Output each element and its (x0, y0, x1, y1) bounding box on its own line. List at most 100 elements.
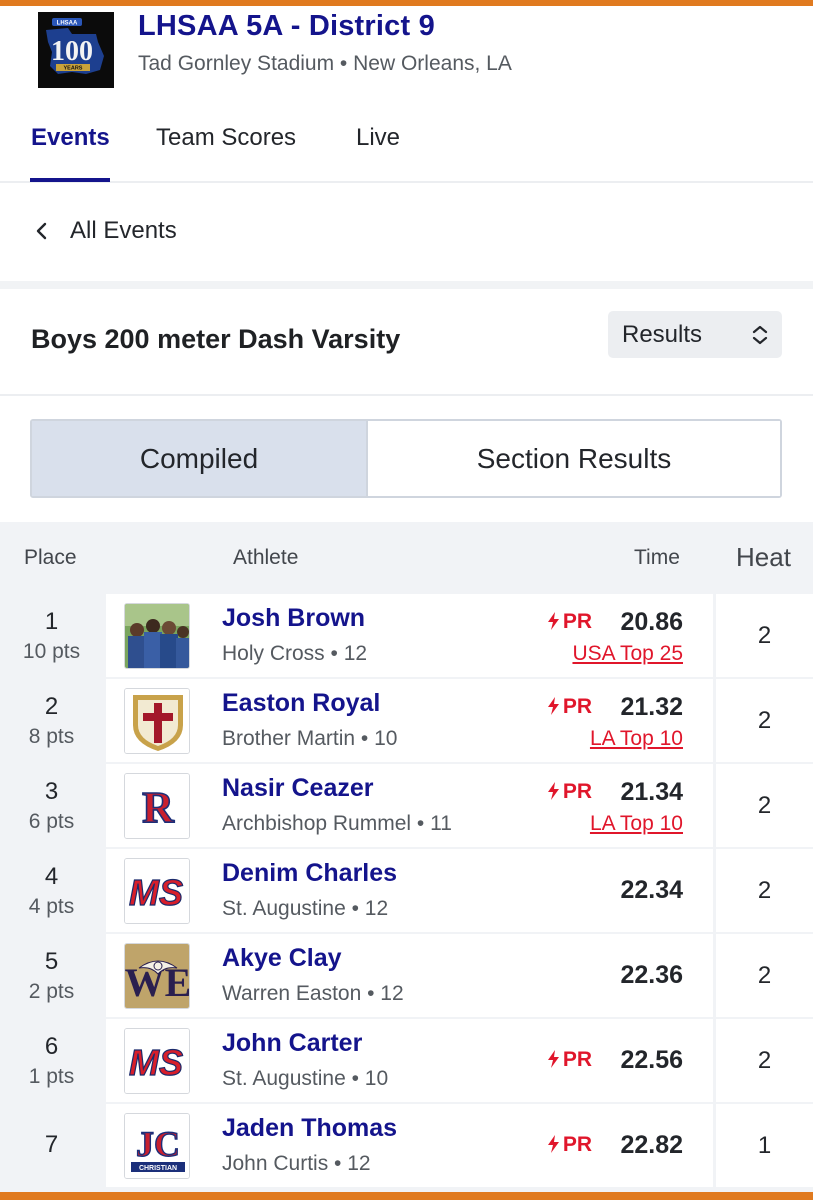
athlete-cell: MS John Carter St. Augustine • 10 PR 22.… (106, 1019, 713, 1102)
place-number: 4 (44, 863, 59, 890)
brother-martin-shield-logo (124, 688, 190, 754)
pr-label: PR (562, 780, 592, 803)
athlete-cell: Josh Brown Holy Cross • 12 PR 20.86 USA … (106, 594, 713, 677)
heat-cell: 1 (716, 1104, 813, 1187)
place-points: 1 pts (28, 1065, 75, 1088)
rummel-r-logo: R (124, 773, 190, 839)
athlete-team: Brother Martin • 10 (222, 727, 398, 750)
john-curtis-jc-logo: JC CHRISTIAN (124, 1113, 190, 1179)
athlete-team: Warren Easton • 12 (222, 982, 404, 1005)
place-number: 3 (44, 778, 59, 805)
table-row[interactable]: 5 2 pts WE Akye Clay Warren Easton • 12 … (0, 934, 813, 1019)
place-cell: 5 2 pts (0, 934, 103, 1017)
place-number: 5 (44, 948, 59, 975)
result-time: 22.82 (620, 1131, 683, 1159)
table-row[interactable]: 2 8 pts Easton Royal Brother Martin • 10… (0, 679, 813, 764)
place-cell: 6 1 pts (0, 1019, 103, 1102)
athlete-name-link[interactable]: John Carter (222, 1029, 362, 1058)
pr-badge: PR (547, 695, 592, 719)
view-select-value: Results (622, 321, 703, 348)
bottom-accent-bar (0, 1192, 813, 1200)
table-row[interactable]: 6 1 pts MS John Carter St. Augustine • 1… (0, 1019, 813, 1104)
table-row[interactable]: 1 10 pts Josh Brown Holy Cross • 12 PR 2… (0, 594, 813, 679)
svg-text:LHSAA: LHSAA (57, 21, 78, 27)
table-header: Place Athlete Time Heat (0, 522, 813, 594)
table-row[interactable]: 4 4 pts MS Denim Charles St. Augustine •… (0, 849, 813, 934)
place-points: 10 pts (22, 640, 81, 663)
heat-cell: 2 (716, 849, 813, 932)
section-results-button[interactable]: Section Results (368, 421, 780, 496)
tab-bar: Events Team Scores Live (0, 108, 813, 183)
header-athlete: Athlete (233, 546, 299, 569)
place-points: 8 pts (28, 725, 75, 748)
tab-team-scores[interactable]: Team Scores (156, 124, 296, 152)
svg-text:100: 100 (51, 36, 93, 67)
header-place: Place (24, 546, 77, 569)
results-table: Place Athlete Time Heat 1 10 pts Josh Br… (0, 522, 813, 1192)
table-row[interactable]: 3 6 pts R Nasir Ceazer Archbishop Rummel… (0, 764, 813, 849)
bolt-icon (547, 782, 559, 800)
svg-text:JC: JC (136, 1124, 180, 1164)
place-number: 7 (44, 1131, 59, 1158)
heat-cell: 2 (716, 679, 813, 762)
place-cell: 2 8 pts (0, 679, 103, 762)
heat-cell: 2 (716, 1019, 813, 1102)
section-divider (0, 281, 813, 289)
athlete-name-link[interactable]: Easton Royal (222, 689, 380, 718)
athlete-name-link[interactable]: Denim Charles (222, 859, 397, 888)
svg-text:YEARS: YEARS (64, 66, 83, 72)
athlete-name-link[interactable]: Nasir Ceazer (222, 774, 373, 803)
athlete-name-link[interactable]: Akye Clay (222, 944, 342, 973)
ranking-link[interactable]: LA Top 10 (590, 727, 683, 751)
athlete-cell: WE Akye Clay Warren Easton • 12 22.36 (106, 934, 713, 1017)
st-augustine-ms-logo: MS (124, 1028, 190, 1094)
pr-label: PR (562, 1133, 592, 1156)
athlete-cell: R Nasir Ceazer Archbishop Rummel • 11 PR… (106, 764, 713, 847)
athlete-team: John Curtis • 12 (222, 1152, 371, 1175)
athlete-name-link[interactable]: Jaden Thomas (222, 1114, 397, 1143)
place-cell: 3 6 pts (0, 764, 103, 847)
place-cell: 4 4 pts (0, 849, 103, 932)
all-events-link[interactable]: All Events (70, 217, 177, 245)
chevron-up-down-icon (752, 325, 768, 345)
result-time: 22.56 (620, 1046, 683, 1074)
svg-text:MS: MS (129, 872, 183, 913)
bolt-icon (547, 612, 559, 630)
pr-label: PR (562, 610, 592, 633)
bolt-icon (547, 1050, 559, 1068)
chevron-left-icon[interactable] (32, 220, 52, 242)
warren-easton-eagle-logo: WE (124, 943, 190, 1009)
pr-label: PR (562, 1048, 592, 1071)
heat-cell: 2 (716, 764, 813, 847)
place-points: 6 pts (28, 810, 75, 833)
ranking-link[interactable]: LA Top 10 (590, 812, 683, 836)
table-row[interactable]: 7 JC CHRISTIAN Jaden Thomas John Curtis … (0, 1104, 813, 1189)
place-points: 2 pts (28, 980, 75, 1003)
back-to-all-events[interactable]: All Events (0, 185, 813, 281)
result-time: 22.36 (620, 961, 683, 989)
place-number: 6 (44, 1033, 59, 1060)
tab-live[interactable]: Live (356, 124, 400, 152)
results-view-toggle: Compiled Section Results (30, 419, 782, 498)
tab-events[interactable]: Events (31, 124, 110, 152)
compiled-button[interactable]: Compiled (32, 421, 368, 496)
view-select[interactable]: Results (608, 311, 782, 358)
athlete-name-link[interactable]: Josh Brown (222, 604, 365, 633)
athlete-cell: Easton Royal Brother Martin • 10 PR 21.3… (106, 679, 713, 762)
place-cell: 1 10 pts (0, 594, 103, 677)
place-number: 1 (44, 608, 59, 635)
pr-badge: PR (547, 1133, 592, 1157)
ranking-link[interactable]: USA Top 25 (572, 642, 683, 666)
divider (0, 394, 813, 396)
svg-text:CHRISTIAN: CHRISTIAN (139, 1165, 177, 1172)
pr-badge: PR (547, 610, 592, 634)
heat-cell: 2 (716, 594, 813, 677)
svg-text:MS: MS (129, 1042, 183, 1083)
header-heat: Heat (736, 542, 791, 572)
result-time: 21.32 (620, 693, 683, 721)
meet-venue: Tad Gornley Stadium • New Orleans, LA (138, 52, 512, 75)
header-time: Time (634, 546, 680, 569)
bolt-icon (547, 1135, 559, 1153)
place-points: 4 pts (28, 895, 75, 918)
meet-title: LHSAA 5A - District 9 (138, 10, 435, 42)
